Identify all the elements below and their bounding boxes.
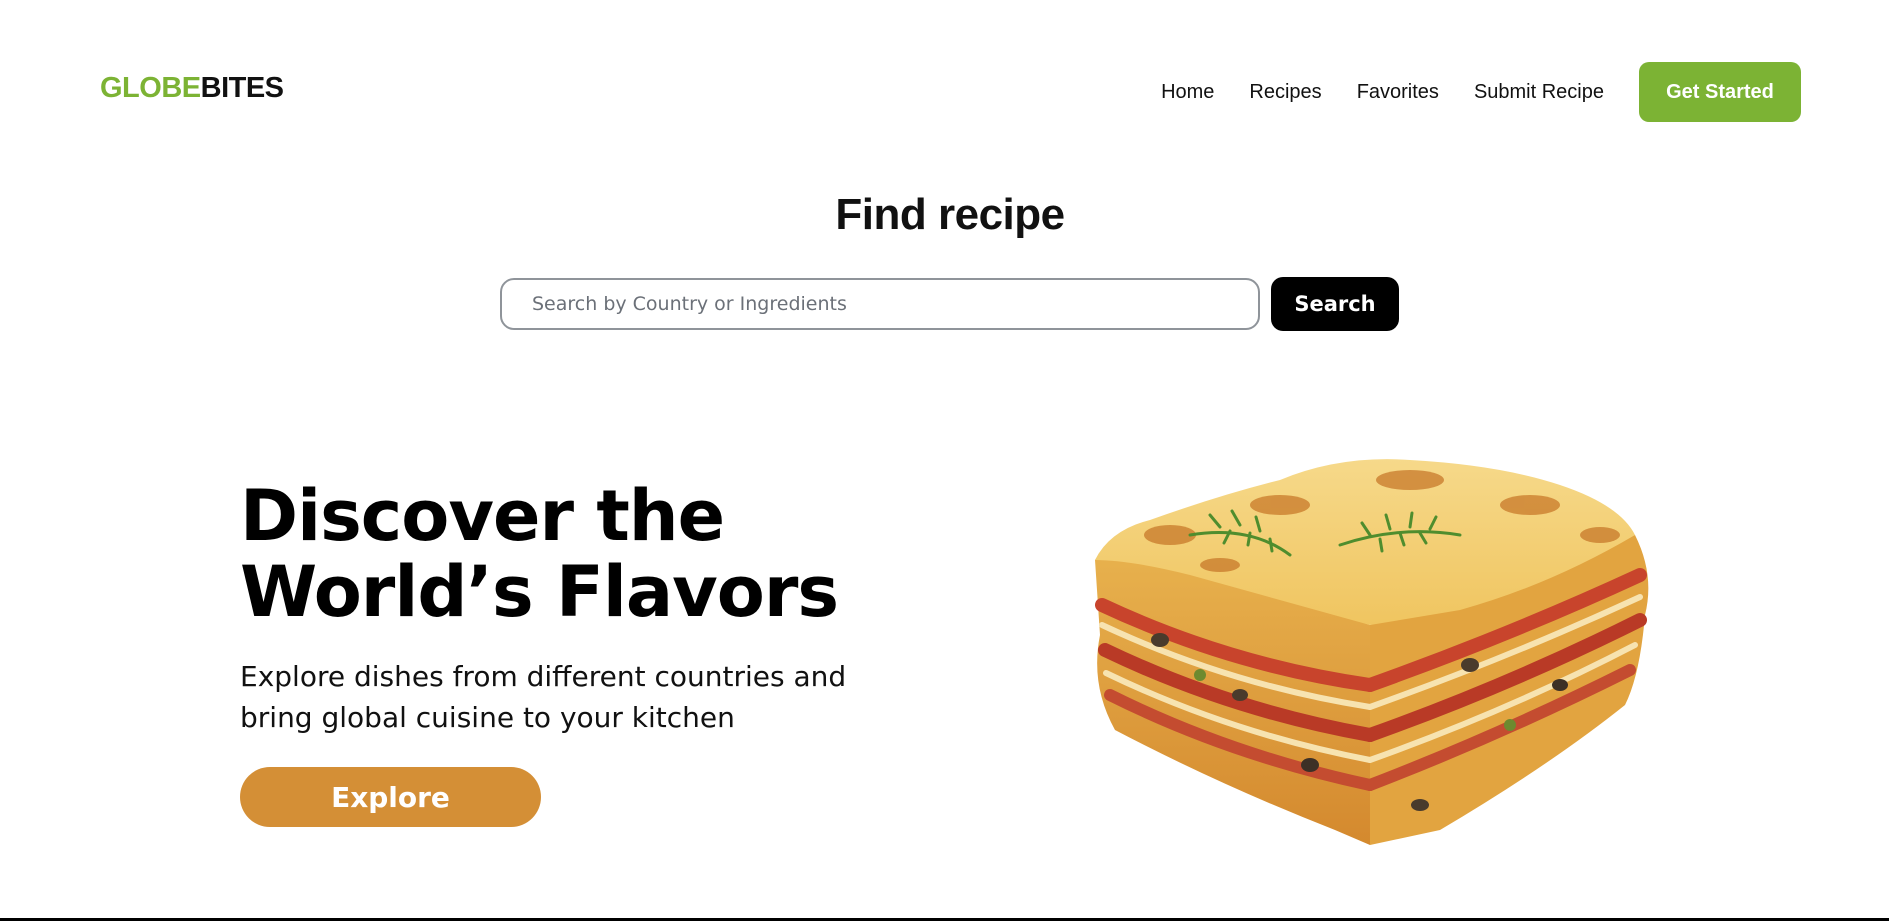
explore-button[interactable]: Explore	[240, 767, 541, 827]
logo-globe-text: GLOBE	[100, 72, 201, 104]
nav-submit-recipe-link[interactable]: Submit Recipe	[1474, 62, 1604, 122]
lasagna-image	[1095, 459, 1649, 845]
hero-title: Discover the World’s Flavors	[240, 475, 839, 633]
nav-recipes-link[interactable]: Recipes	[1249, 62, 1321, 122]
get-started-button[interactable]: Get Started	[1639, 62, 1801, 122]
nav-favorites-link[interactable]: Favorites	[1357, 62, 1439, 122]
page: GLOBEBITES Home Recipes Favorites Submit…	[0, 0, 1889, 921]
hero-subtitle: Explore dishes from different countries …	[240, 660, 847, 734]
search-input[interactable]	[500, 278, 1260, 330]
logo-bites-text: BITES	[200, 72, 284, 104]
search-title: Find recipe	[835, 190, 1065, 239]
search-button[interactable]: Search	[1271, 277, 1399, 331]
search-bar: Search	[500, 277, 1399, 331]
main-nav: Home Recipes Favorites Submit Recipe Get…	[1161, 62, 1889, 122]
site-logo[interactable]: GLOBEBITES	[100, 74, 284, 103]
nav-home-link[interactable]: Home	[1161, 62, 1214, 122]
